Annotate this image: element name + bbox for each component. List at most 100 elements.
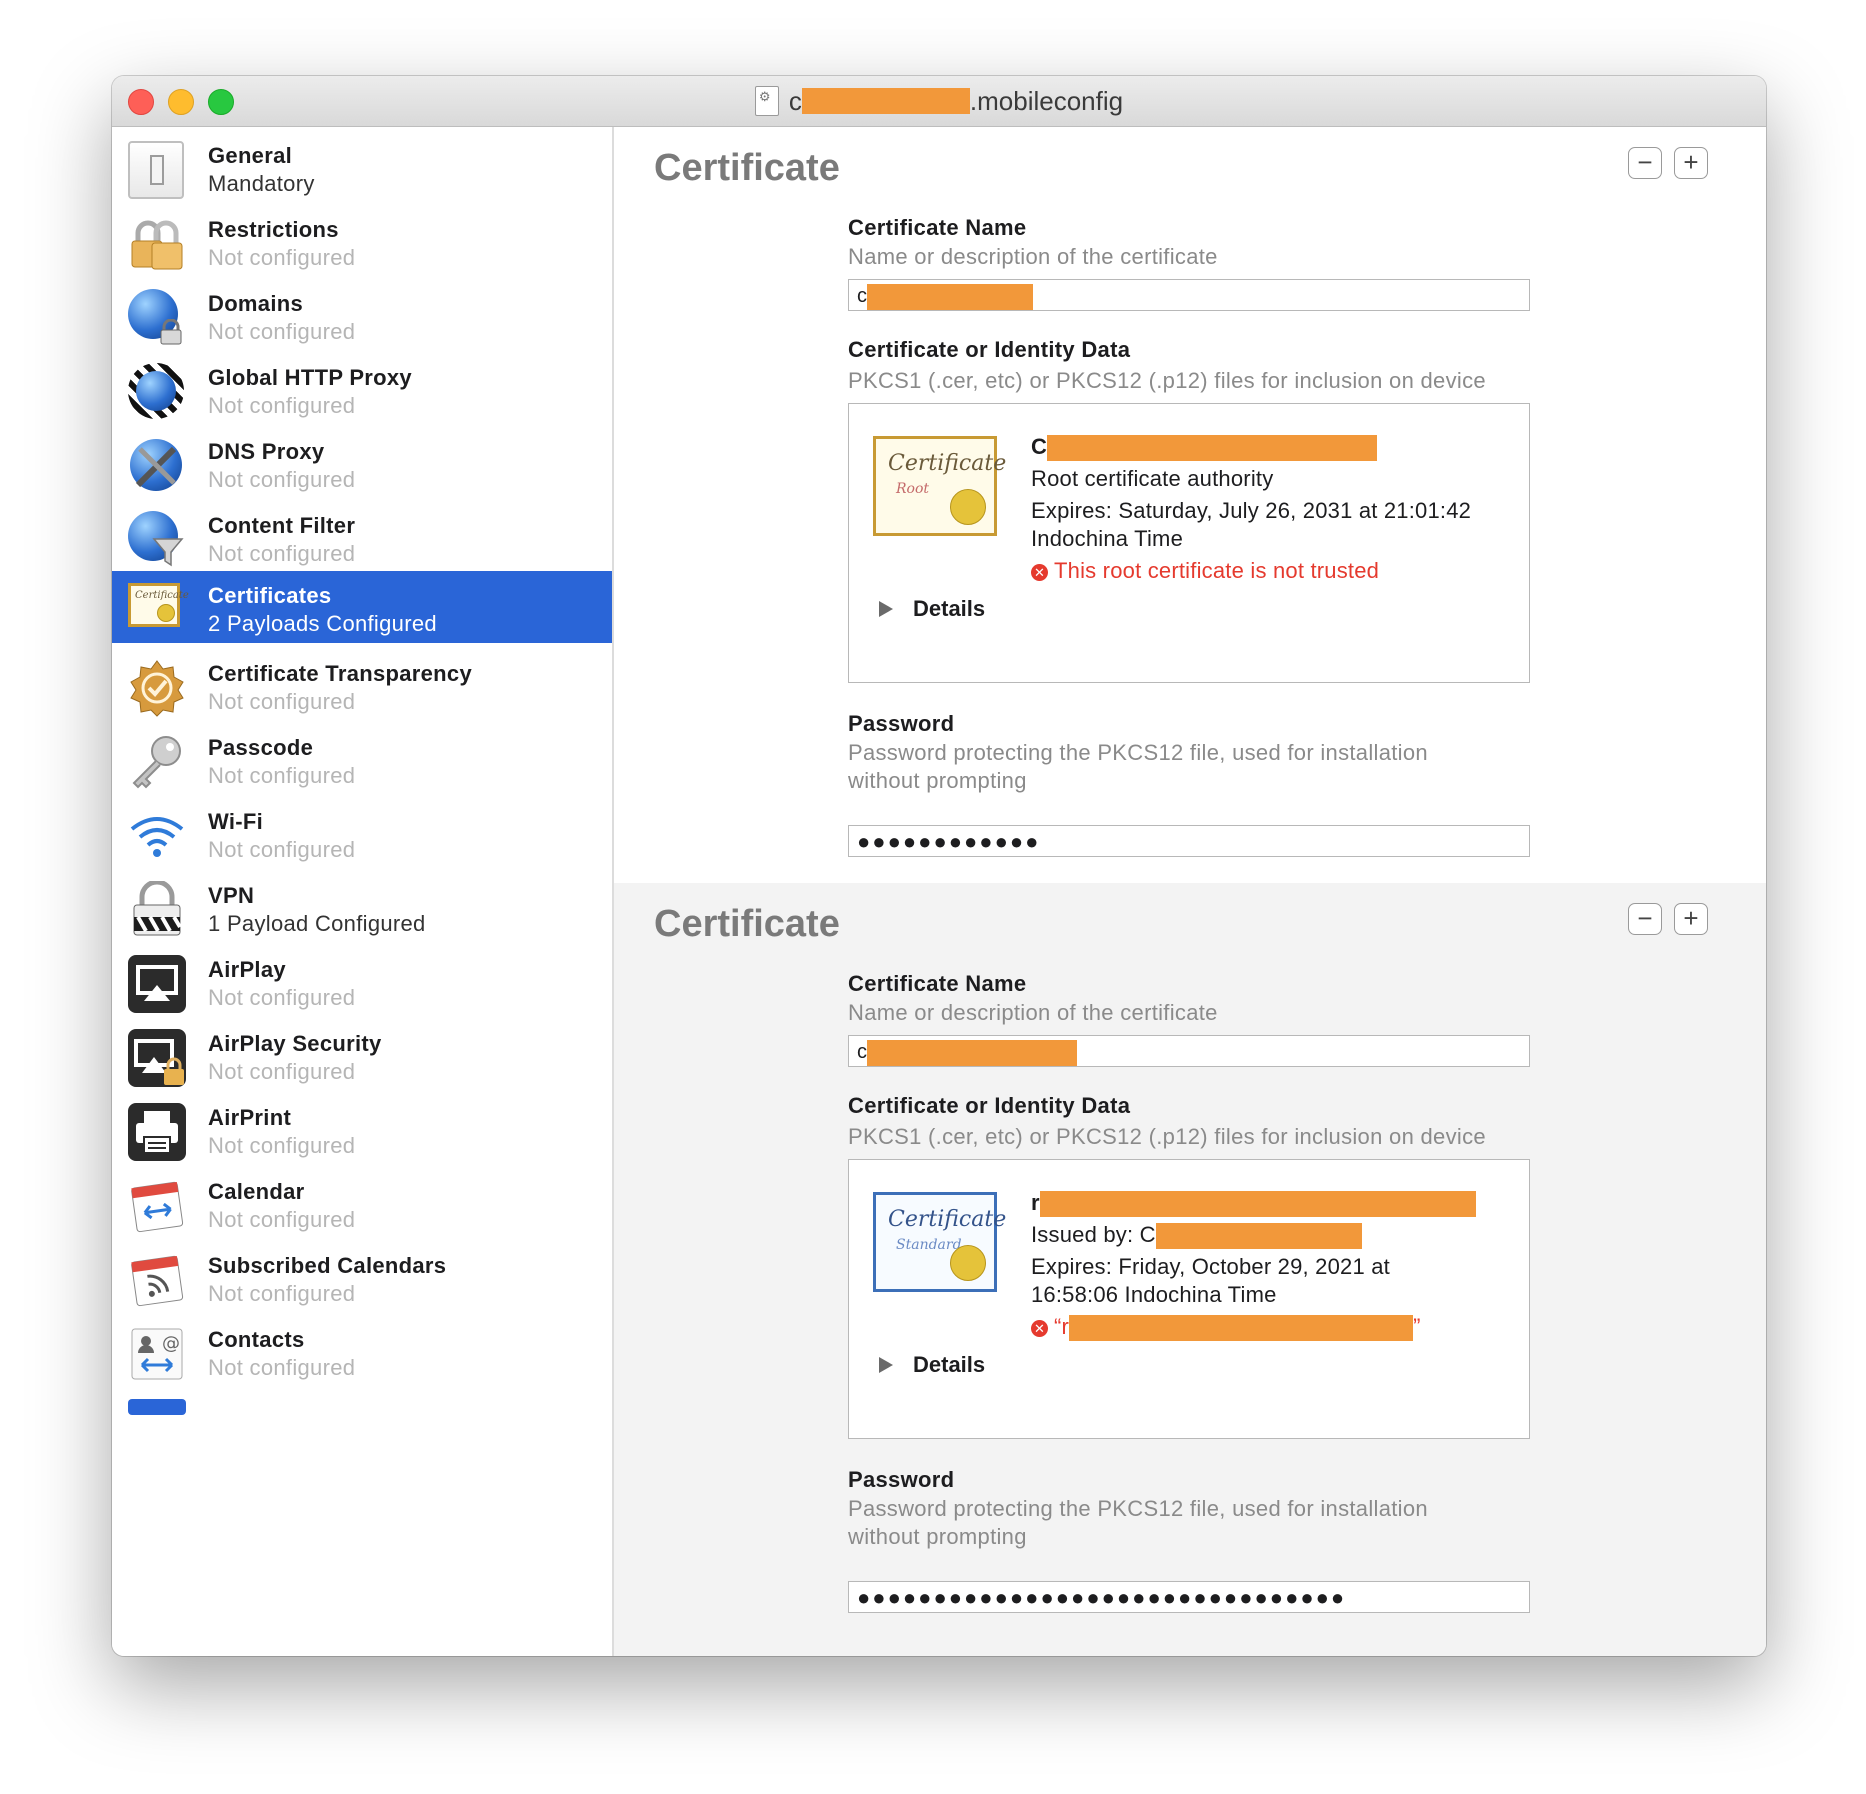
partial-item-icon [128, 1399, 186, 1415]
certificate-data-description: PKCS1 (.cer, etc) or PKCS12 (.p12) files… [848, 1124, 1486, 1149]
redacted-block [801, 88, 970, 114]
details-label: Details [913, 596, 986, 621]
certificate-expiry: Expires: Saturday, July 26, 2031 at 21:0… [1031, 498, 1472, 523]
sidebar-item-subtitle: Not configured [208, 541, 356, 566]
sidebar-item-title: Subscribed Calendars [208, 1253, 447, 1278]
certificate-section-2: Certificate − + Certificate Name Name or… [614, 883, 1766, 1656]
certificate-data-label: Certificate or Identity Data [848, 1093, 1131, 1118]
globe-lock-icon [128, 289, 186, 347]
disclosure-triangle-icon [879, 1357, 893, 1373]
profile-window: c .mobileconfig General Mandatory Restri… [112, 76, 1766, 1656]
key-icon [128, 733, 186, 791]
vpn-lock-icon [128, 879, 186, 939]
sidebar-item-subtitle: 1 Payload Configured [208, 911, 426, 936]
certificate-type: Root certificate authority [1031, 466, 1274, 491]
password-field[interactable]: ●●●●●●●●●●●●●●●●●●●●●●●●●●●●●●●● [848, 1581, 1530, 1613]
certificate-icon: Certificate [128, 583, 189, 627]
certificate-expiry-time: 16:58:06 Indochina Time [1031, 1282, 1277, 1307]
airplay-lock-icon [128, 1029, 186, 1087]
sidebar-item-subtitle: Not configured [208, 393, 356, 418]
details-label: Details [913, 1352, 986, 1377]
sidebar-item-title: General [208, 143, 293, 168]
sidebar-item-certificates[interactable]: Certificate Certificates 2 Payloads Conf… [112, 571, 612, 643]
svg-text:@: @ [162, 1333, 180, 1354]
certificate-name-value: c [857, 1041, 867, 1063]
sidebar-item-title: Calendar [208, 1179, 305, 1204]
sidebar-item-subtitle: Not configured [208, 763, 356, 788]
details-disclosure[interactable]: Details [879, 596, 985, 622]
sidebar-item-title: Global HTTP Proxy [208, 365, 412, 390]
redacted-block [1069, 1315, 1414, 1342]
certificate-common-name: C [1031, 434, 1378, 462]
certificate-name-label: Certificate Name [848, 215, 1027, 240]
standard-certificate-icon: Certificate Standard [873, 1192, 1006, 1292]
title-bar: c .mobileconfig [112, 76, 1766, 127]
badge-check-icon [128, 659, 186, 717]
sidebar-item-subtitle: Not configured [208, 319, 356, 344]
certificate-name-prefix: r [1031, 1190, 1040, 1215]
redacted-block [867, 1039, 1077, 1066]
section-title: Certificate [654, 147, 840, 189]
certificate-issuer: Issued by: C [1031, 1222, 1362, 1250]
remove-payload-button[interactable]: − [1628, 147, 1662, 179]
add-payload-button[interactable]: + [1674, 903, 1708, 935]
error-quote-close: ” [1413, 1314, 1421, 1339]
certificate-name-prefix: C [1031, 434, 1048, 459]
sidebar-item-subtitle: Not configured [208, 245, 356, 270]
certificate-name-label: Certificate Name [848, 971, 1027, 996]
sidebar-item-title: AirPrint [208, 1105, 292, 1130]
padlock-icon [128, 215, 186, 273]
sidebar-item-partial[interactable] [112, 1385, 612, 1471]
cert-icon-title: Certificate [888, 1207, 1007, 1232]
globe-tools-icon [128, 437, 186, 495]
window-title: c .mobileconfig [112, 76, 1766, 126]
sidebar-item-title: Certificate Transparency [208, 661, 472, 686]
airplay-icon [128, 955, 186, 1013]
error-quote-open: “r [1054, 1314, 1070, 1339]
certificate-payloads: Certificate − + Certificate Name Name or… [614, 127, 1766, 1656]
sidebar-item-subtitle: Not configured [208, 689, 356, 714]
switch-icon [128, 141, 184, 199]
sidebar-item-title: AirPlay Security [208, 1031, 382, 1056]
certificate-drop-box[interactable]: Certificate Standard r Issued by: C Expi… [848, 1159, 1530, 1439]
sidebar-item-subtitle: Not configured [208, 837, 356, 862]
sidebar-item-subtitle: Not configured [208, 1059, 356, 1084]
root-certificate-icon: Certificate Root [873, 436, 1006, 536]
calendar-sync-icon [128, 1177, 186, 1235]
certificate-drop-box[interactable]: Certificate Root C Root certificate auth… [848, 403, 1530, 683]
wifi-icon [128, 807, 186, 865]
cert-icon-subtitle: Root [896, 481, 930, 497]
sidebar-item-title: Domains [208, 291, 304, 316]
certificate-trust-error: ✕ This root certificate is not trusted [1031, 558, 1379, 584]
window-title-prefix: c [788, 85, 802, 116]
details-disclosure[interactable]: Details [879, 1352, 985, 1378]
sidebar-item-subtitle: Not configured [208, 1133, 356, 1158]
certificate-common-name: r [1031, 1190, 1476, 1218]
section-title: Certificate [654, 903, 840, 945]
password-field[interactable]: ●●●●●●●●●●●● [848, 825, 1530, 857]
globe-proxy-icon [128, 363, 186, 421]
sidebar-item-title: DNS Proxy [208, 439, 325, 464]
add-payload-button[interactable]: + [1674, 147, 1708, 179]
payload-sidebar: General Mandatory Restrictions Not confi… [112, 127, 614, 1656]
certificate-section-1: Certificate − + Certificate Name Name or… [614, 127, 1766, 793]
certificate-name-field[interactable]: c [848, 1035, 1530, 1067]
sidebar-item-title: Passcode [208, 735, 314, 760]
password-label: Password [848, 1467, 955, 1492]
sidebar-item-title: Content Filter [208, 513, 356, 538]
issuer-label: Issued by: C [1031, 1222, 1156, 1247]
printer-icon [128, 1103, 186, 1161]
config-file-icon [754, 86, 779, 116]
cert-icon-subtitle: Standard [896, 1237, 962, 1253]
remove-payload-button[interactable]: − [1628, 903, 1662, 935]
sidebar-item-subtitle: 2 Payloads Configured [208, 611, 437, 636]
calendar-rss-icon [128, 1251, 186, 1309]
certificate-name-field[interactable]: c [848, 279, 1530, 311]
error-icon: ✕ [1031, 564, 1048, 581]
password-description: Password protecting the PKCS12 file, use… [848, 740, 1428, 793]
sidebar-item-subtitle: Not configured [208, 985, 356, 1010]
sidebar-item-subtitle: Not configured [208, 1281, 356, 1306]
certificate-name-value: c [857, 285, 867, 307]
redacted-block [867, 283, 1033, 310]
trust-error-text: This root certificate is not trusted [1054, 558, 1380, 583]
